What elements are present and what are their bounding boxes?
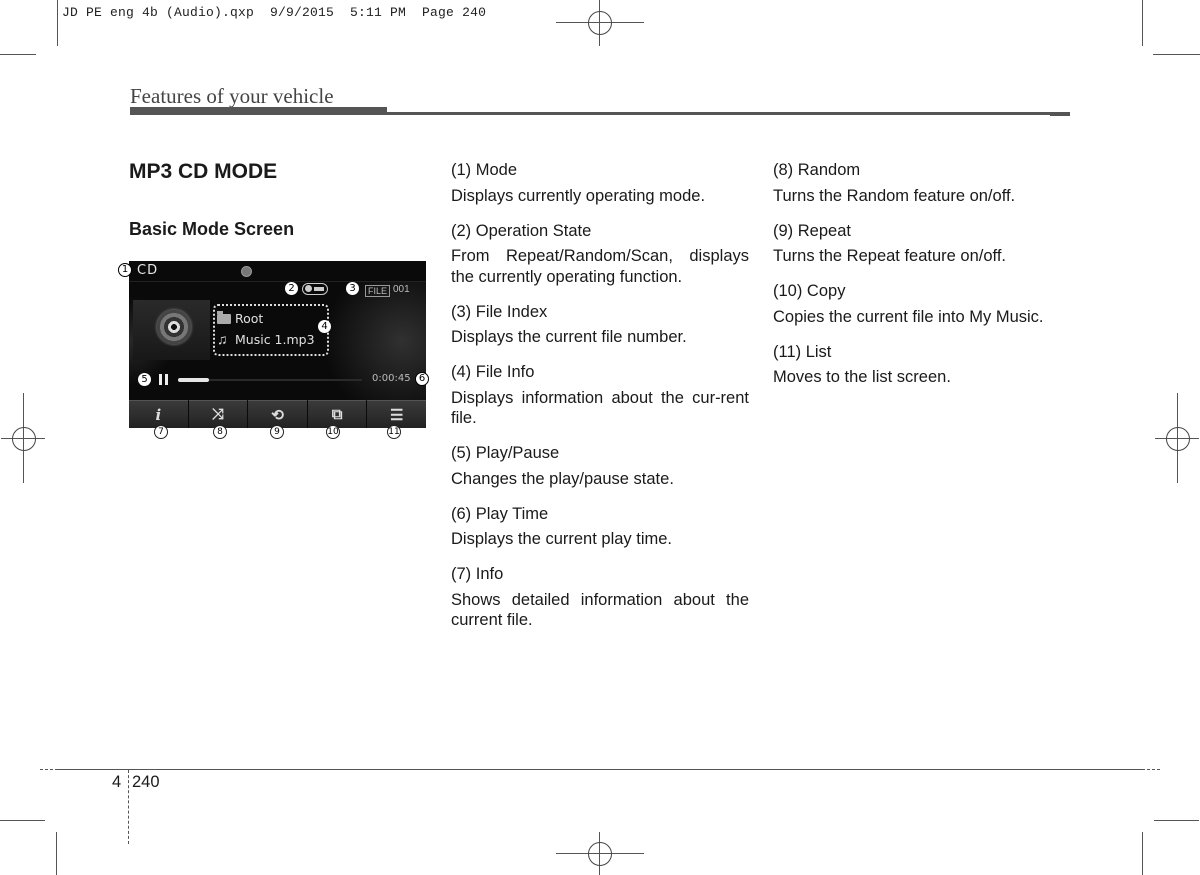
cd-indicator-icon <box>241 266 252 277</box>
desc-item: (7) Info Shows detailed information about… <box>451 565 749 629</box>
copy-icon: ⧉ <box>331 406 343 423</box>
description-column-2: (8) Random Turns the Random feature on/of… <box>773 160 1071 402</box>
crop-mark <box>1142 0 1143 46</box>
info-icon: i <box>155 405 162 424</box>
desc-item: (1) Mode Displays currently operating mod… <box>451 161 706 205</box>
progress-fill <box>178 378 210 382</box>
list-icon: ☰ <box>389 406 404 424</box>
pause-icon[interactable] <box>159 374 169 385</box>
mp3-cd-screen: CD FILE 001 Root ♫ Music 1.mp3 0:00:45 i… <box>129 261 426 428</box>
callout-6: 6 <box>415 372 429 386</box>
crop-mark <box>1154 820 1199 821</box>
repeat-one-icon <box>302 283 328 295</box>
header-rule-thick <box>130 107 387 115</box>
crop-mark <box>57 0 58 46</box>
crop-mark <box>1142 832 1143 875</box>
desc-item: (11) List Moves to the list screen. <box>773 342 951 387</box>
callout-7: 7 <box>154 425 168 439</box>
page-subheading: Basic Mode Screen <box>129 219 295 239</box>
crop-mark <box>0 54 36 55</box>
callout-4: 4 <box>318 320 331 333</box>
crop-mark <box>56 832 57 875</box>
file-index: 001 <box>393 284 410 295</box>
section-title: Features of your vehicle <box>130 84 334 108</box>
control-buttons: i ⤨ ⟲ ⧉ ☰ <box>129 400 426 428</box>
footer-rule <box>55 769 1145 770</box>
description-column-1: (1) Mode Displays currently operating mod… <box>451 160 749 645</box>
topbar-divider <box>129 281 426 282</box>
music-note-icon: ♫ <box>217 331 228 347</box>
desc-item: (9) Repeat Turns the Repeat feature on/of… <box>773 221 1006 266</box>
desc-item: (2) Operation State From Repeat/Random/Sc… <box>451 221 749 286</box>
page-number: 240 <box>132 773 160 791</box>
crop-mark <box>1153 54 1200 55</box>
repeat-icon: ⟲ <box>271 406 284 424</box>
desc-item: (3) File Index Displays the current file … <box>451 302 687 347</box>
chapter-number: 4 <box>112 773 122 791</box>
random-button[interactable]: ⤨ <box>188 400 248 428</box>
shuffle-icon: ⤨ <box>211 406 224 423</box>
cd-disc-icon <box>157 310 191 344</box>
album-art <box>133 300 210 360</box>
print-slug: JD PE eng 4b (Audio).qxp 9/9/2015 5:11 P… <box>62 5 487 20</box>
callout-11: 11 <box>387 425 401 439</box>
folder-icon <box>217 311 231 324</box>
callout-3: 3 <box>346 282 359 295</box>
progress-bar[interactable] <box>178 378 362 382</box>
desc-item: (8) Random Turns the Random feature on/of… <box>773 161 1016 205</box>
desc-item: (5) Play/Pause Changes the play/pause sta… <box>451 444 674 488</box>
callout-10: 10 <box>326 425 340 439</box>
track-name: Music 1.mp3 <box>235 332 315 347</box>
file-tag: FILE <box>365 285 391 297</box>
page-heading: MP3 CD MODE <box>129 160 278 183</box>
callout-1: 1 <box>118 263 132 277</box>
repeat-button[interactable]: ⟲ <box>248 400 307 428</box>
desc-item: (6) Play Time Displays the current play t… <box>451 504 673 549</box>
list-button[interactable]: ☰ <box>367 400 426 428</box>
callout-8: 8 <box>213 425 227 439</box>
footer-divider <box>128 770 129 844</box>
copy-button[interactable]: ⧉ <box>307 400 367 428</box>
callout-5: 5 <box>138 373 151 386</box>
desc-item: (4) File Info Displays information about … <box>451 363 749 427</box>
play-time: 0:00:45 <box>372 373 411 384</box>
desc-item: (10) Copy Copies the current file into My… <box>773 282 1044 326</box>
info-button[interactable]: i <box>129 400 188 428</box>
crop-mark <box>0 820 45 821</box>
header-rule-thin <box>387 112 1070 115</box>
callout-9: 9 <box>270 425 284 439</box>
folder-name: Root <box>235 311 264 326</box>
mode-label: CD <box>137 263 159 278</box>
callout-2: 2 <box>285 282 298 295</box>
file-info-box <box>213 304 329 356</box>
